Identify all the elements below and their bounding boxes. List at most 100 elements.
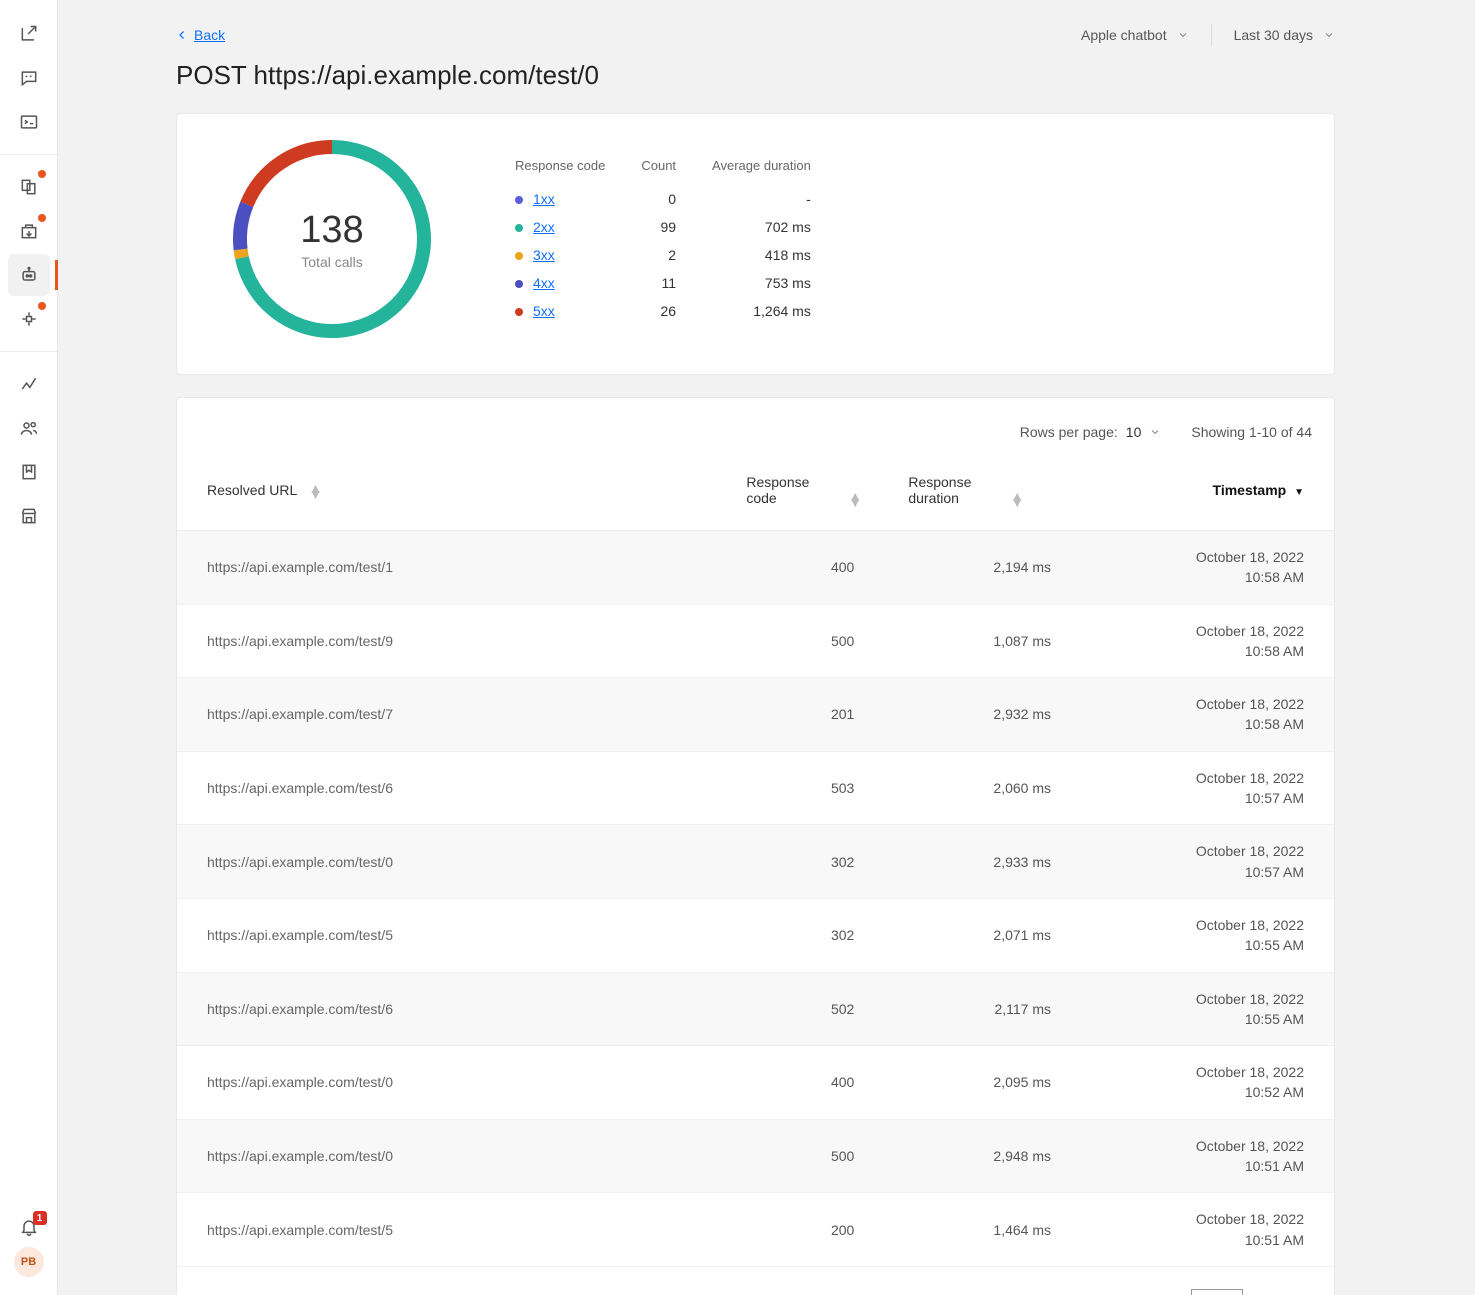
cell-code: 302 (732, 825, 894, 899)
date-range-value: Last 30 days (1234, 27, 1313, 43)
project-selector[interactable]: Apple chatbot (1081, 27, 1189, 43)
showing-text: Showing 1-10 of 44 (1191, 424, 1312, 440)
cell-duration: 1,464 ms (894, 1193, 1091, 1267)
topbar: Back Apple chatbot Last 30 days (176, 24, 1335, 46)
column-header-code[interactable]: Response code ▲▼ (732, 458, 894, 531)
sort-desc-icon: ▼ (1294, 487, 1304, 498)
cell-timestamp: October 18, 202210:58 AM (1091, 531, 1334, 605)
cell-timestamp: October 18, 202210:55 AM (1091, 898, 1334, 972)
cell-url: https://api.example.com/test/5 (177, 898, 732, 972)
cell-code: 201 (732, 678, 894, 752)
main-content: Back Apple chatbot Last 30 days POST htt… (58, 0, 1475, 1295)
cell-duration: 2,071 ms (894, 898, 1091, 972)
legend-link-5xx[interactable]: 5xx (533, 303, 555, 319)
legend-link-3xx[interactable]: 3xx (533, 247, 555, 263)
table-row[interactable]: https://api.example.com/test/14002,194 m… (177, 531, 1334, 605)
rows-per-page-selector-top[interactable]: Rows per page: 10 (1020, 424, 1162, 440)
cell-duration: 1,087 ms (894, 604, 1091, 678)
legend-count: 26 (623, 297, 694, 325)
table-row[interactable]: https://api.example.com/test/04002,095 m… (177, 1046, 1334, 1120)
cell-timestamp: October 18, 202210:58 AM (1091, 604, 1334, 678)
separator (1211, 24, 1212, 46)
user-avatar[interactable]: PB (14, 1247, 44, 1277)
column-header-url[interactable]: Resolved URL ▲▼ (177, 458, 732, 531)
legend-header-count: Count (623, 154, 694, 185)
legend-dot (515, 224, 523, 232)
sort-icon: ▲▼ (309, 485, 323, 497)
cell-url: https://api.example.com/test/0 (177, 825, 732, 899)
notification-count-badge: 1 (33, 1211, 47, 1225)
table-row[interactable]: https://api.example.com/test/52001,464 m… (177, 1193, 1334, 1267)
calls-table-card: Rows per page: 10 Showing 1-10 of 44 Res… (176, 397, 1335, 1295)
date-range-selector[interactable]: Last 30 days (1234, 27, 1335, 43)
legend-row: 5xx261,264 ms (497, 297, 829, 325)
nav-icon-import[interactable] (8, 210, 50, 252)
table-row[interactable]: https://api.example.com/test/53022,071 m… (177, 898, 1334, 972)
table-row[interactable]: https://api.example.com/test/65032,060 m… (177, 751, 1334, 825)
page-title: POST https://api.example.com/test/0 (176, 60, 1335, 91)
nav-icon-users[interactable] (8, 407, 50, 449)
sort-icon: ▲▼ (848, 493, 862, 505)
left-sidebar: 1 PB (0, 0, 58, 1295)
column-header-duration[interactable]: Response duration ▲▼ (894, 458, 1091, 531)
nav-icon-chat[interactable] (8, 57, 50, 99)
rows-per-page-label: Rows per page: (1020, 424, 1118, 440)
back-link[interactable]: Back (176, 27, 225, 43)
cell-duration: 2,060 ms (894, 751, 1091, 825)
cell-duration: 2,117 ms (894, 972, 1091, 1046)
cell-url: https://api.example.com/test/1 (177, 531, 732, 605)
cell-url: https://api.example.com/test/6 (177, 751, 732, 825)
table-row[interactable]: https://api.example.com/test/03022,933 m… (177, 825, 1334, 899)
cell-duration: 2,948 ms (894, 1119, 1091, 1193)
nav-icon-bookmark[interactable] (8, 451, 50, 493)
chevron-down-icon (1149, 426, 1161, 438)
legend-count: 99 (623, 213, 694, 241)
legend-link-2xx[interactable]: 2xx (533, 219, 555, 235)
cell-timestamp: October 18, 202210:55 AM (1091, 972, 1334, 1046)
table-row[interactable]: https://api.example.com/test/72012,932 m… (177, 678, 1334, 752)
nav-icon-crosshair[interactable] (8, 298, 50, 340)
chevron-down-icon (1177, 29, 1189, 41)
nav-icon-terminal[interactable] (8, 101, 50, 143)
total-calls-label: Total calls (301, 254, 362, 270)
calls-table: Resolved URL ▲▼ Response code ▲▼ Respons… (177, 458, 1334, 1267)
page-number-input[interactable] (1191, 1289, 1243, 1295)
legend-link-4xx[interactable]: 4xx (533, 275, 555, 291)
cell-timestamp: October 18, 202210:51 AM (1091, 1119, 1334, 1193)
notifications-bell-icon[interactable]: 1 (19, 1217, 39, 1237)
legend-count: 11 (623, 269, 694, 297)
cell-code: 400 (732, 1046, 894, 1120)
donut-chart: 138 Total calls (227, 134, 437, 344)
cell-url: https://api.example.com/test/9 (177, 604, 732, 678)
cell-timestamp: October 18, 202210:52 AM (1091, 1046, 1334, 1120)
cell-timestamp: October 18, 202210:57 AM (1091, 825, 1334, 899)
back-label: Back (194, 27, 225, 43)
cell-url: https://api.example.com/test/0 (177, 1119, 732, 1193)
legend-table: Response code Count Average duration 1xx… (497, 154, 829, 325)
cell-url: https://api.example.com/test/7 (177, 678, 732, 752)
cell-url: https://api.example.com/test/0 (177, 1046, 732, 1120)
cell-code: 503 (732, 751, 894, 825)
cell-code: 500 (732, 604, 894, 678)
legend-dot (515, 308, 523, 316)
legend-duration: - (694, 185, 829, 213)
legend-link-1xx[interactable]: 1xx (533, 191, 555, 207)
legend-dot (515, 252, 523, 260)
legend-dot (515, 280, 523, 288)
legend-row: 4xx11753 ms (497, 269, 829, 297)
nav-icon-export[interactable] (8, 13, 50, 55)
cell-code: 502 (732, 972, 894, 1046)
nav-icon-bot[interactable] (8, 254, 50, 296)
nav-icon-store[interactable] (8, 495, 50, 537)
table-row[interactable]: https://api.example.com/test/95001,087 m… (177, 604, 1334, 678)
legend-row: 1xx0- (497, 185, 829, 213)
nav-icon-analytics[interactable] (8, 363, 50, 405)
table-row[interactable]: https://api.example.com/test/65022,117 m… (177, 972, 1334, 1046)
legend-duration: 418 ms (694, 241, 829, 269)
table-row[interactable]: https://api.example.com/test/05002,948 m… (177, 1119, 1334, 1193)
column-header-timestamp[interactable]: Timestamp ▼ (1091, 458, 1334, 531)
cell-url: https://api.example.com/test/5 (177, 1193, 732, 1267)
nav-icon-docs[interactable] (8, 166, 50, 208)
cell-duration: 2,095 ms (894, 1046, 1091, 1120)
cell-code: 302 (732, 898, 894, 972)
